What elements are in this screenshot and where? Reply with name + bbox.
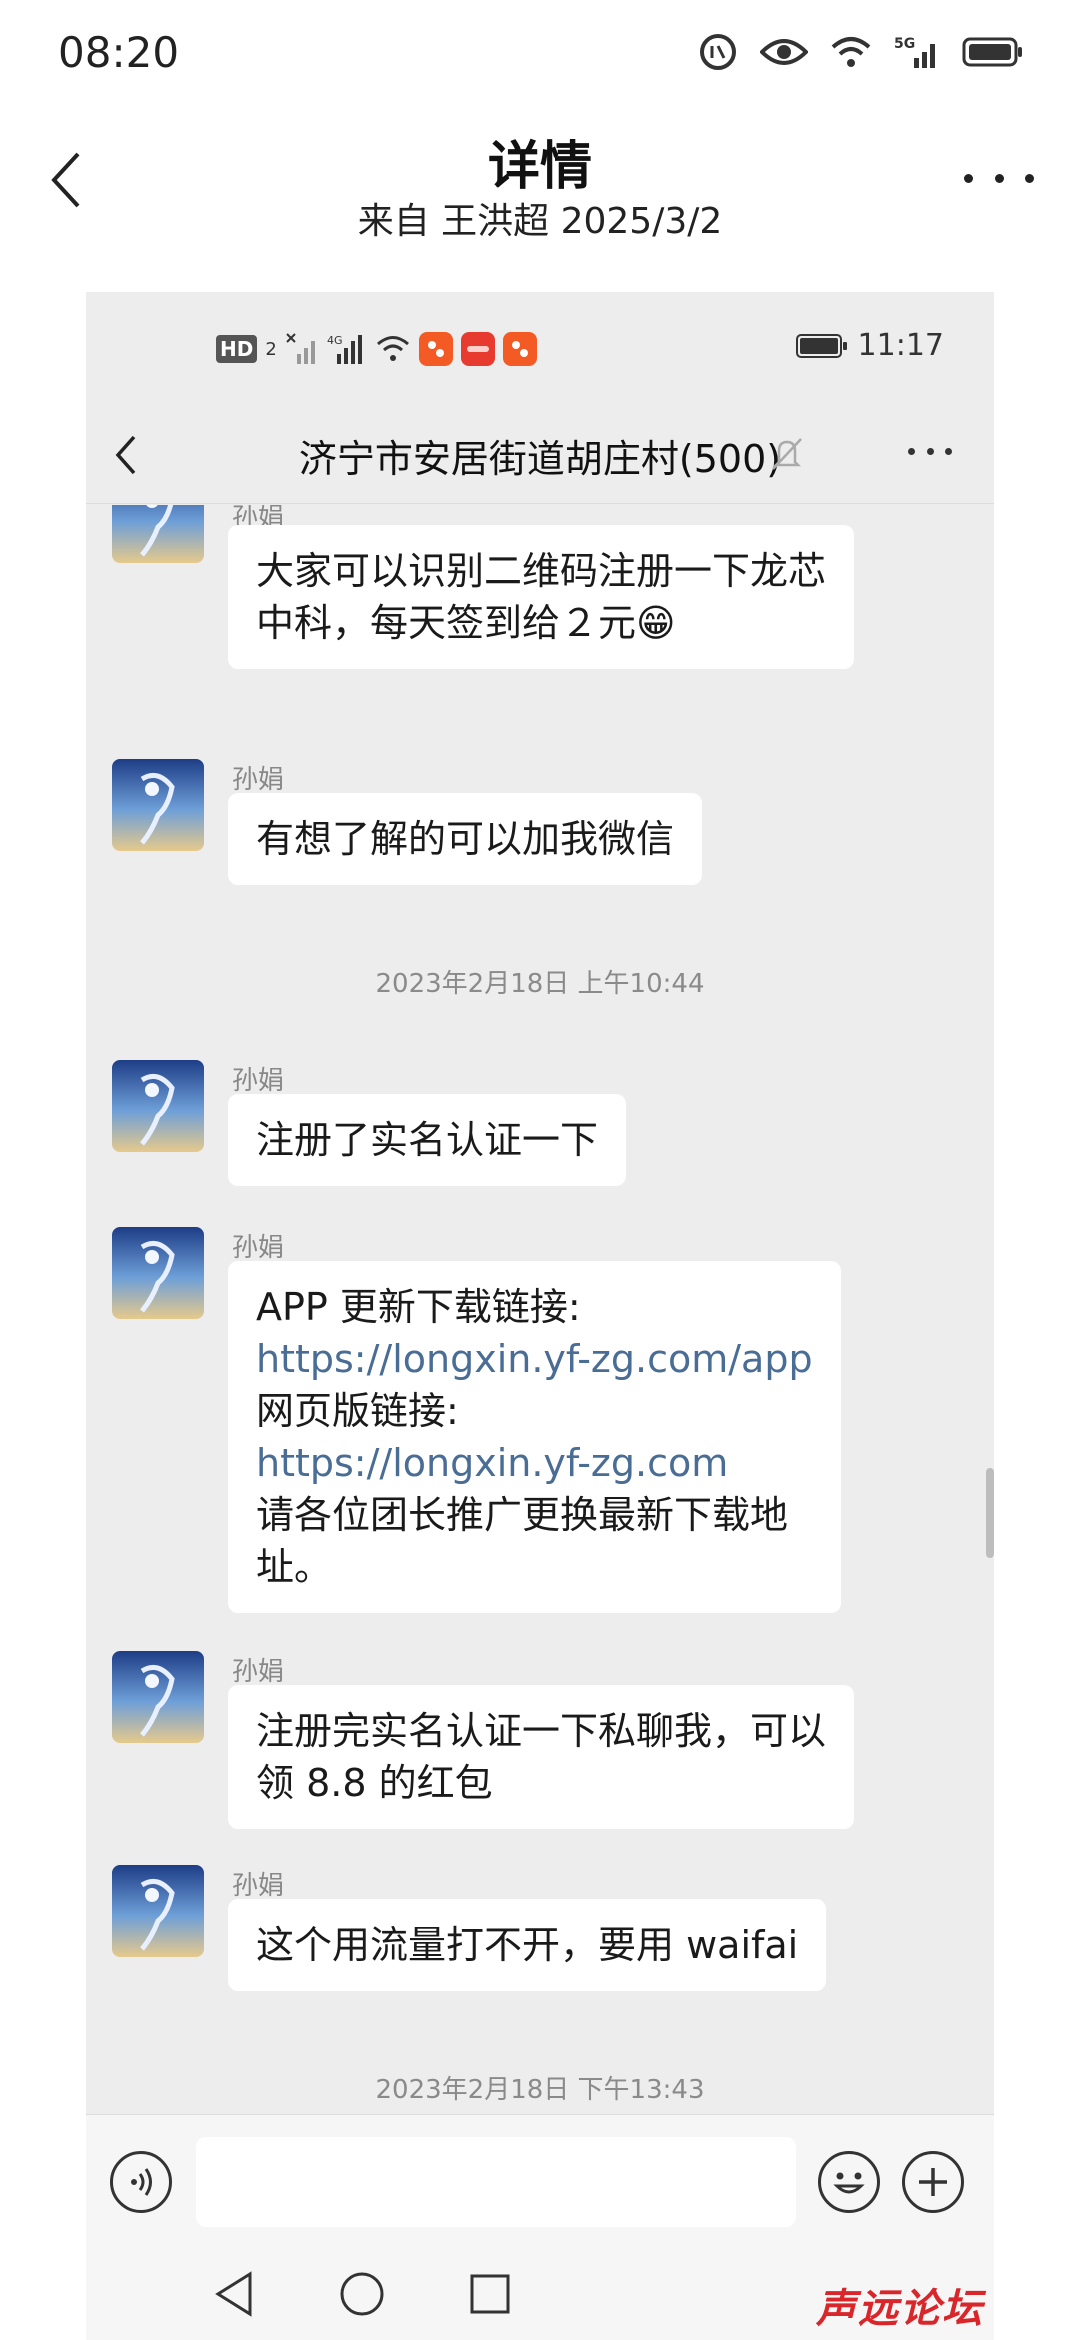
chat-input-bar — [86, 2114, 994, 2244]
app-notification-icon — [502, 332, 537, 366]
avatar[interactable] — [112, 1227, 204, 1319]
status-bar: 08:20 5G — [0, 0, 1080, 110]
chat-more-button[interactable] — [908, 448, 952, 458]
download-link[interactable]: https://longxin.yf-zg.com/app — [256, 1333, 813, 1385]
hd-label: HD — [220, 337, 254, 361]
no-signal-icon — [286, 333, 315, 364]
signal-icon: 5G — [894, 34, 940, 70]
message-line: 注册了实名认证一下 — [256, 1118, 599, 1162]
message-bubble[interactable]: 大家可以识别二维码注册一下龙芯 中科，每天签到给２元😁 — [228, 525, 855, 669]
svg-text:4G: 4G — [327, 334, 343, 347]
message-line: 大家可以识别二维码注册一下龙芯 — [256, 549, 827, 593]
timestamp: 2023年2月18日 下午13:43 — [375, 2075, 705, 2105]
square-recents-icon — [470, 2274, 510, 2314]
more-options-button[interactable] — [964, 158, 1034, 198]
message-line: 中科，每天签到给２元😁 — [256, 601, 676, 645]
avatar[interactable] — [112, 759, 204, 851]
inner-status-time: 11:17 — [857, 328, 944, 363]
dot-icon — [994, 173, 1004, 183]
sender-name: 孙娟 — [232, 1066, 285, 1096]
message-line: 网页版链接: — [256, 1389, 459, 1433]
page-subtitle: 来自 王洪超 2025/3/2 — [357, 201, 723, 242]
data-saver-icon — [698, 32, 738, 72]
message-line: APP 更新下载链接: — [256, 1285, 581, 1329]
message-bubble[interactable]: 注册完实名认证一下私聊我，可以 领 8.8 的红包 — [228, 1685, 855, 1829]
network-type: 5G — [894, 36, 915, 52]
avatar[interactable] — [112, 1865, 204, 1957]
emoji-icon — [833, 2172, 865, 2194]
timestamp: 2023年2月18日 上午10:44 — [375, 969, 705, 999]
message-line: 有想了解的可以加我微信 — [256, 817, 675, 861]
nav-back-button[interactable] — [204, 2264, 264, 2324]
wifi-icon — [830, 35, 872, 69]
dot-icon — [908, 448, 915, 455]
nav-home-button[interactable] — [332, 2264, 392, 2324]
avatar[interactable] — [112, 1651, 204, 1743]
plus-button[interactable] — [902, 2151, 964, 2213]
emoji-button[interactable] — [818, 2151, 880, 2213]
dot-icon — [1025, 173, 1034, 183]
message-list[interactable]: 孙娟 大家可以识别二维码注册一下龙芯 中科，每天签到给２元😁 孙娟 有想了解的可… — [86, 505, 994, 2115]
message-bubble[interactable]: 有想了解的可以加我微信 — [228, 793, 703, 885]
mute-bell-icon — [770, 436, 804, 476]
dot-icon — [945, 448, 952, 455]
message-bubble[interactable]: 这个用流量打不开，要用 waifai — [228, 1899, 827, 1991]
message-line: 请各位团长推广更换最新下载地 — [256, 1493, 789, 1537]
message-bubble[interactable]: 注册了实名认证一下 — [228, 1094, 627, 1186]
dot-icon — [926, 448, 934, 455]
web-link[interactable]: https://longxin.yf-zg.com — [256, 1437, 813, 1489]
nav-recents-button[interactable] — [460, 2264, 520, 2324]
hd-sub: 2 — [265, 338, 277, 360]
sender-name: 孙娟 — [232, 1233, 285, 1263]
sender-name: 孙娟 — [232, 1657, 285, 1687]
battery-icon — [962, 36, 1024, 68]
triangle-back-icon — [215, 2271, 252, 2317]
sender-name: 孙娟 — [232, 1871, 285, 1901]
message-line: 注册完实名认证一下私聊我，可以 — [256, 1709, 827, 1753]
signal-4g-icon: 4G — [327, 334, 362, 364]
message-line: 领 8.8 的红包 — [256, 1761, 493, 1805]
inner-wifi-icon — [376, 336, 409, 361]
hd-badge: HD — [216, 335, 258, 363]
dot-icon — [964, 173, 973, 183]
message-line: 这个用流量打不开，要用 waifai — [256, 1923, 799, 1967]
circle-home-icon — [340, 2272, 384, 2316]
scrollbar-thumb[interactable] — [986, 1468, 994, 1558]
inner-status-bar: HD 2 4G 11:17 — [86, 292, 994, 404]
voice-icon — [131, 2168, 152, 2196]
message-input[interactable] — [196, 2137, 796, 2227]
sender-name: 孙娟 — [232, 765, 285, 795]
avatar[interactable] — [112, 505, 204, 563]
voice-button[interactable] — [110, 2151, 172, 2213]
inner-status-right: 11:17 — [795, 328, 944, 363]
app-notification-icon — [418, 332, 453, 366]
message-line: 址。 — [256, 1545, 333, 1589]
avatar[interactable] — [112, 1060, 204, 1152]
message-bubble[interactable]: APP 更新下载链接: https://longxin.yf-zg.com/ap… — [228, 1261, 841, 1613]
chat-title: 济宁市安居街道胡庄村(500) — [298, 437, 782, 481]
chat-header: 济宁市安居街道胡庄村(500) — [86, 404, 994, 504]
forum-watermark: 声远论坛 — [816, 2285, 984, 2332]
inner-battery-icon — [795, 333, 847, 358]
eye-icon — [760, 36, 808, 68]
app-header: 详情 来自 王洪超 2025/3/2 — [0, 110, 1080, 260]
page-title: 详情 — [487, 137, 592, 197]
status-time: 08:20 — [58, 28, 180, 77]
app-notification-icon — [460, 332, 495, 366]
plus-icon — [919, 2168, 947, 2196]
inner-status-left-icons: HD 2 4G — [216, 332, 537, 366]
embedded-screenshot: HD 2 4G 11:17 济宁市安居街道胡庄村(500) 孙娟 大家可以识别二… — [86, 292, 994, 2340]
status-icons: 5G — [698, 30, 1024, 74]
